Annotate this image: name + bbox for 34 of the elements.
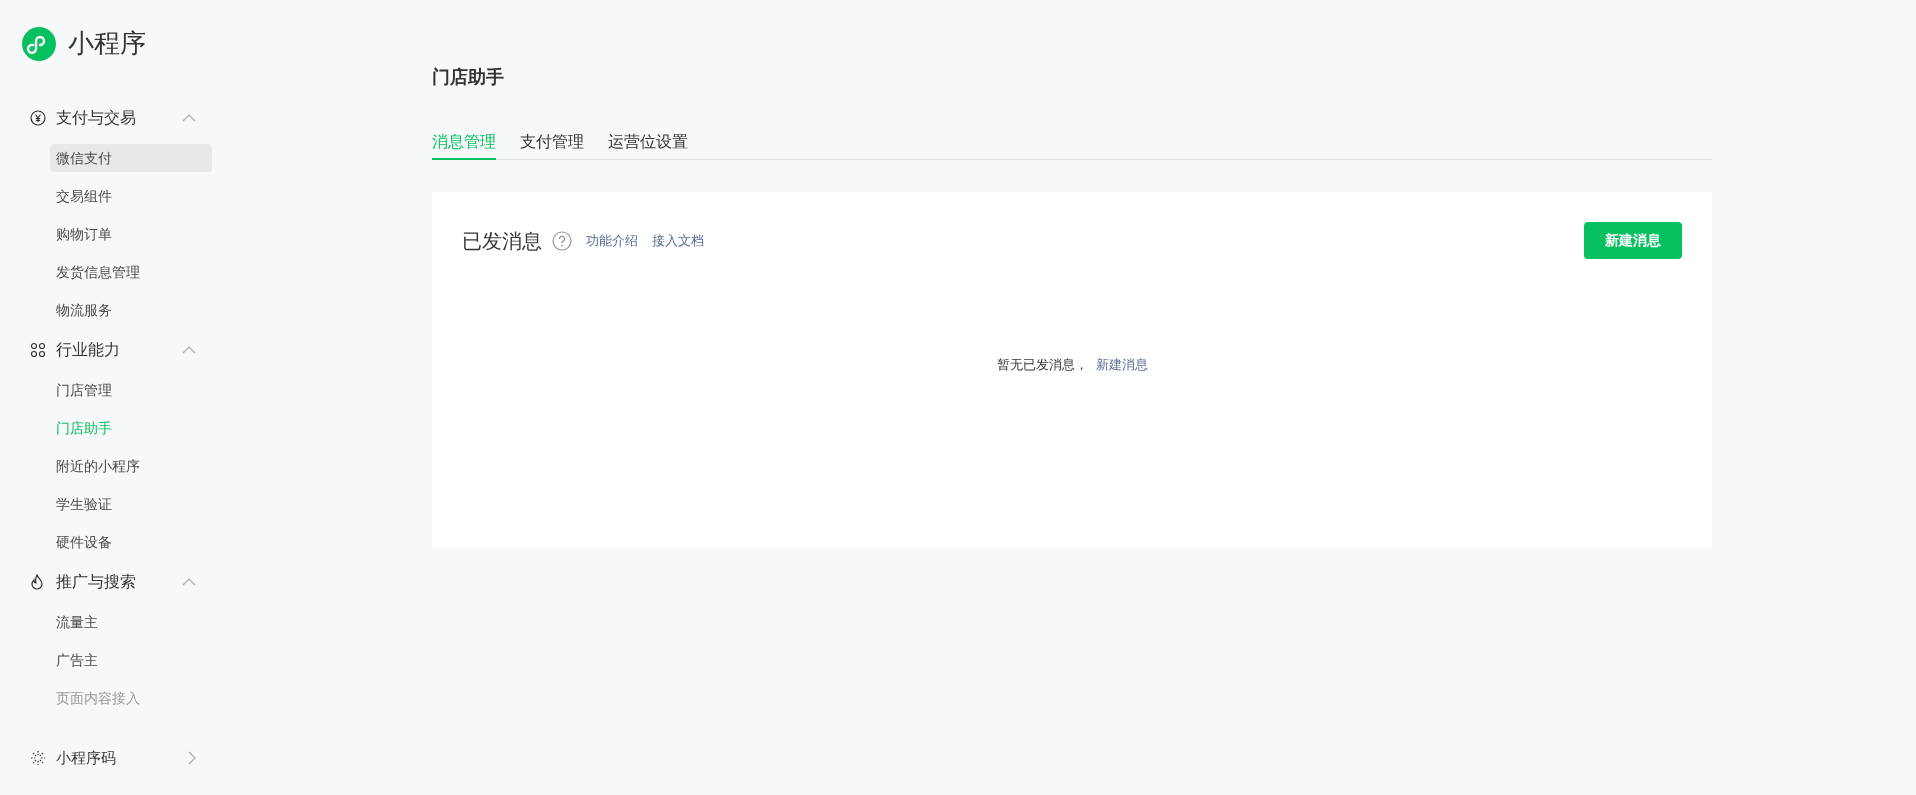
empty-message: 暂无已发消息， — [996, 356, 1088, 374]
sidebar-group[interactable]: 支付与交易 — [0, 97, 230, 139]
flame-icon — [30, 574, 44, 590]
logo-icon — [22, 26, 56, 61]
chevron-up-icon — [182, 578, 196, 586]
chevron-up-icon — [182, 114, 196, 122]
sidebar-item[interactable]: 学生验证 — [50, 490, 212, 518]
sidebar-group[interactable]: 小程序码 — [0, 737, 230, 779]
sidebar-group[interactable]: 推广与搜索 — [0, 561, 230, 603]
sidebar-item[interactable]: 发货信息管理 — [50, 258, 212, 286]
sidebar-item[interactable]: 硬件设备 — [50, 528, 212, 556]
card-title: 已发消息 — [462, 228, 542, 254]
sidebar-item[interactable]: 购物订单 — [50, 220, 212, 248]
sparkle-icon — [30, 750, 46, 766]
new-message-link[interactable]: 新建消息 — [1095, 355, 1148, 375]
nodes-icon — [30, 342, 46, 358]
app-title: 小程序 — [68, 27, 146, 60]
tab[interactable]: 运营位设置 — [608, 130, 688, 160]
chevron-right-icon — [188, 751, 196, 765]
sidebar-item[interactable]: 门店管理 — [50, 376, 212, 404]
sidebar-item[interactable]: 微信支付 — [50, 144, 212, 172]
sidebar-group[interactable]: 行业能力 — [0, 329, 230, 371]
chevron-up-icon — [182, 346, 196, 354]
tab[interactable]: 支付管理 — [520, 130, 584, 160]
sidebar-item[interactable]: 交易组件 — [50, 182, 212, 210]
page-title: 门店助手 — [432, 66, 505, 89]
sidebar-item[interactable]: 广告主 — [50, 646, 212, 674]
link[interactable]: 功能介绍 — [586, 230, 638, 251]
link[interactable]: 接入文档 — [652, 230, 704, 251]
yen-icon — [30, 110, 46, 126]
help-icon[interactable] — [552, 230, 572, 251]
sidebar-item[interactable]: 流量主 — [50, 608, 212, 636]
sidebar-item[interactable]: 物流服务 — [50, 296, 212, 324]
sidebar-item[interactable]: 附近的小程序 — [50, 452, 212, 480]
